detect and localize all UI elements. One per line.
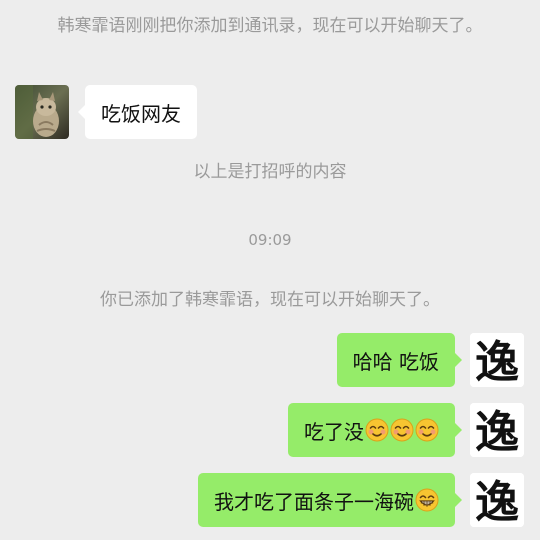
message-text: 哈哈 吃饭 (352, 349, 439, 374)
message-text: 我才吃了面条子一海碗 (214, 489, 414, 514)
calligraphy-avatar-icon: 逸 (470, 473, 524, 527)
avatar-glyph: 逸 (475, 477, 519, 527)
message-timestamp: 09:09 (248, 231, 292, 249)
message-outgoing[interactable]: 我才吃了面条子一海碗 (198, 473, 462, 527)
blush-smile-emoji-icon (390, 418, 414, 442)
grin-emoji-icon (415, 488, 439, 512)
calligraphy-avatar-icon: 逸 (470, 333, 524, 387)
cat-avatar-icon (15, 85, 69, 139)
message-outgoing[interactable]: 吃了没 (288, 403, 462, 457)
my-avatar[interactable]: 逸 (470, 333, 524, 387)
blush-smile-emoji-icon (415, 418, 439, 442)
message-text: 吃了没 (304, 419, 364, 444)
my-avatar[interactable]: 逸 (470, 473, 524, 527)
system-message-you-added: 你已添加了韩寒霏语，现在可以开始聊天了。 (100, 290, 440, 310)
avatar-glyph: 逸 (475, 407, 519, 457)
chat-window: 韩寒霏语刚刚把你添加到通讯录，现在可以开始聊天了。 吃饭网友 以上是打招呼的内容… (0, 0, 540, 540)
system-message-greeting-note: 以上是打招呼的内容 (193, 162, 347, 182)
calligraphy-avatar-icon: 逸 (470, 403, 524, 457)
message-text: 吃饭网友 (101, 101, 181, 126)
contact-avatar[interactable] (15, 85, 69, 139)
system-message-added: 韩寒霏语刚刚把你添加到通讯录，现在可以开始聊天了。 (57, 16, 483, 36)
avatar-glyph: 逸 (475, 337, 519, 387)
my-avatar[interactable]: 逸 (470, 403, 524, 457)
message-incoming[interactable]: 吃饭网友 (78, 85, 197, 139)
blush-smile-emoji-icon (365, 418, 389, 442)
message-outgoing[interactable]: 哈哈 吃饭 (336, 333, 463, 387)
